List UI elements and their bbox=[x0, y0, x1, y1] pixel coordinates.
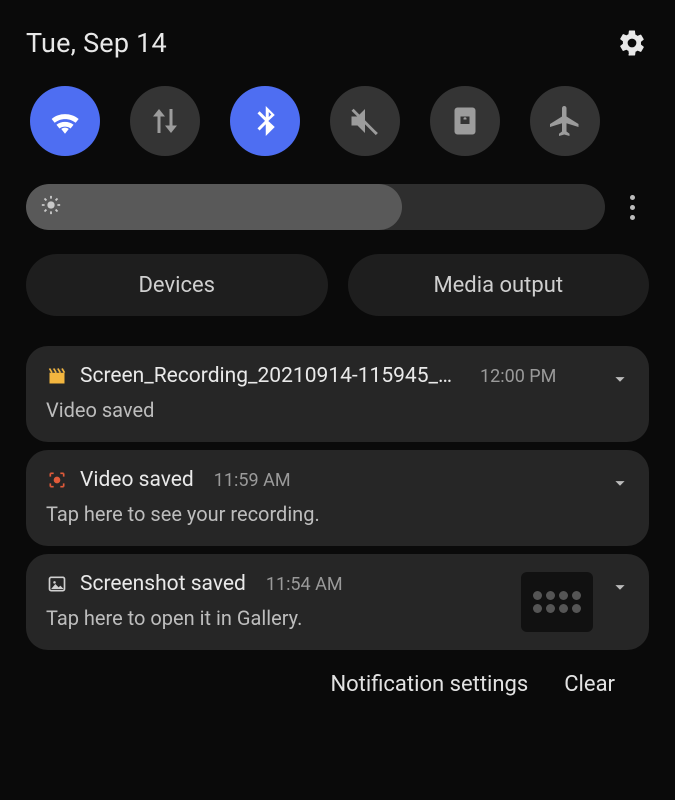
mute-icon bbox=[347, 103, 383, 139]
date-label: Tue, Sep 14 bbox=[26, 27, 167, 59]
bluetooth-icon bbox=[247, 103, 283, 139]
bluetooth-toggle[interactable] bbox=[230, 86, 300, 156]
wifi-toggle[interactable] bbox=[30, 86, 100, 156]
notification-time: 11:54 AM bbox=[266, 574, 343, 595]
data-arrows-icon bbox=[147, 103, 183, 139]
notification-item[interactable]: Video saved 11:59 AM Tap here to see you… bbox=[26, 450, 649, 546]
chevron-down-icon bbox=[609, 576, 631, 598]
clear-all-button[interactable]: Clear bbox=[564, 672, 615, 697]
wifi-icon bbox=[47, 103, 83, 139]
notification-item[interactable]: Screenshot saved 11:54 AM Tap here to op… bbox=[26, 554, 649, 650]
more-vertical-icon bbox=[630, 195, 635, 220]
screenshot-thumbnail[interactable] bbox=[521, 572, 593, 632]
image-icon bbox=[46, 573, 68, 595]
expand-button[interactable] bbox=[605, 572, 635, 602]
notification-body: Video saved bbox=[46, 398, 629, 422]
brightness-more-button[interactable] bbox=[615, 190, 649, 224]
rotation-lock-icon bbox=[447, 103, 483, 139]
clapperboard-icon bbox=[46, 365, 68, 387]
notification-time: 11:59 AM bbox=[214, 470, 291, 491]
chevron-down-icon bbox=[609, 472, 631, 494]
notification-settings-link[interactable]: Notification settings bbox=[330, 672, 528, 697]
record-icon bbox=[46, 469, 68, 491]
expand-button[interactable] bbox=[605, 468, 635, 498]
mute-toggle[interactable] bbox=[330, 86, 400, 156]
brightness-fill bbox=[26, 184, 402, 230]
notification-title: Video saved bbox=[80, 468, 194, 492]
notification-time: 12:00 PM bbox=[480, 366, 556, 387]
chevron-down-icon bbox=[609, 368, 631, 390]
media-output-button[interactable]: Media output bbox=[348, 254, 650, 316]
gear-icon bbox=[617, 28, 647, 58]
notification-body: Tap here to see your recording. bbox=[46, 502, 629, 526]
rotation-lock-toggle[interactable] bbox=[430, 86, 500, 156]
notification-title: Screenshot saved bbox=[80, 572, 246, 596]
notification-list: Screen_Recording_20210914-115945_On·· 12… bbox=[26, 346, 649, 650]
brightness-icon bbox=[40, 194, 62, 220]
brightness-slider[interactable] bbox=[26, 184, 605, 230]
notification-item[interactable]: Screen_Recording_20210914-115945_On·· 12… bbox=[26, 346, 649, 442]
mobile-data-toggle[interactable] bbox=[130, 86, 200, 156]
airplane-toggle[interactable] bbox=[530, 86, 600, 156]
expand-button[interactable] bbox=[605, 364, 635, 394]
devices-button[interactable]: Devices bbox=[26, 254, 328, 316]
settings-button[interactable] bbox=[615, 26, 649, 60]
quick-settings-row bbox=[26, 86, 649, 156]
airplane-icon bbox=[547, 103, 583, 139]
notification-title: Screen_Recording_20210914-115945_On·· bbox=[80, 364, 460, 388]
